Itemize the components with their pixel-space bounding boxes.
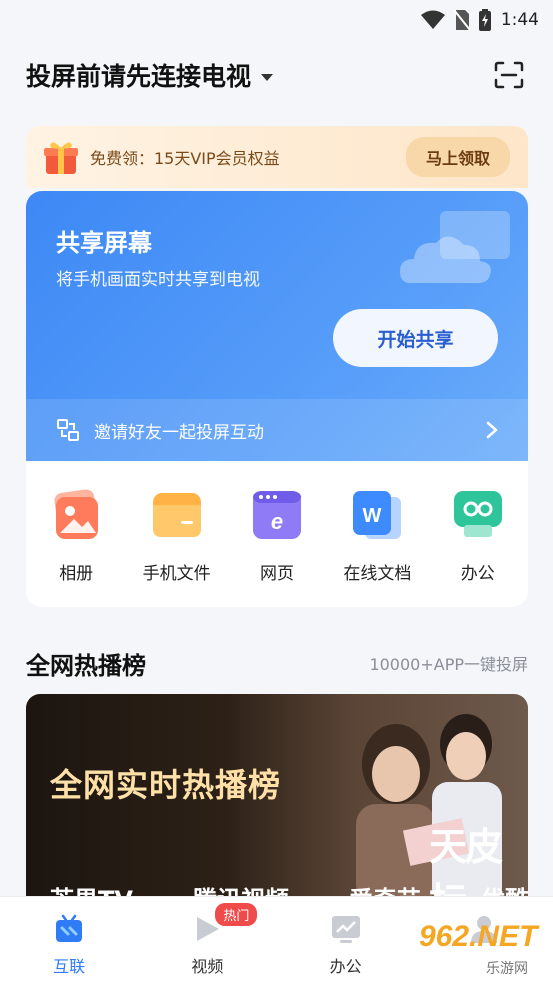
claim-button[interactable]: 马上领取 [405, 137, 510, 177]
status-icons [420, 9, 491, 31]
nav-video[interactable]: 热门 视频 [157, 903, 258, 977]
chevron-right-icon [486, 421, 498, 439]
tool-album[interactable]: 相册 [26, 489, 126, 584]
gift-icon [44, 142, 78, 174]
section-title: 全网热播榜 [26, 651, 146, 680]
hot-badge: 热门 [215, 903, 258, 926]
tool-web[interactable]: e 网页 [227, 489, 327, 584]
tool-label: 在线文档 [343, 564, 412, 584]
album-icon [54, 489, 99, 539]
tool-label: 网页 [259, 564, 294, 584]
banner-title: 全网实时热播榜 [50, 766, 282, 804]
nav-label: 办公 [329, 957, 362, 976]
tool-label: 办公 [460, 564, 495, 584]
promo-text: 免费领：15天VIP会员权益 [90, 149, 280, 168]
browser-icon: e [252, 491, 301, 539]
battery-icon [478, 9, 491, 31]
nav-label: 视频 [191, 957, 224, 976]
site-watermark: 962.NET 乐游网 [414, 912, 553, 982]
invite-devices-icon [57, 419, 79, 441]
no-sim-icon [453, 9, 471, 31]
cloud-screen-icon [400, 211, 510, 283]
chevron-down-icon [261, 73, 274, 81]
nav-label: 互联 [53, 957, 86, 976]
tools-grid: 相册 手机文件 e 网页 W 在线文档 办公 [26, 461, 528, 607]
share-subtitle: 将手机画面实时共享到电视 [56, 270, 260, 290]
tool-office[interactable]: 办公 [428, 489, 528, 584]
tool-label: 手机文件 [142, 564, 211, 584]
nav-connect[interactable]: 互联 [19, 911, 119, 977]
tool-files[interactable]: 手机文件 [127, 489, 227, 584]
svg-text:W: W [363, 505, 382, 527]
office-chart-icon [328, 911, 364, 947]
wifi-icon [420, 10, 445, 29]
watermark-brand: 962.NET [419, 920, 538, 953]
svg-text:e: e [271, 509, 283, 534]
nav-office[interactable]: 办公 [296, 911, 396, 977]
office-icon [453, 491, 502, 537]
status-bar: 1:44 [0, 0, 553, 40]
doc-icon: W [353, 491, 402, 539]
start-share-button[interactable]: 开始共享 [333, 309, 498, 367]
share-title: 共享屏幕 [56, 229, 152, 257]
tool-label: 相册 [59, 564, 94, 584]
folder-icon [152, 493, 201, 537]
tool-online-docs[interactable]: W 在线文档 [327, 489, 427, 584]
connect-icon [51, 911, 87, 947]
invite-label: 邀请好友一起投屏互动 [94, 422, 264, 443]
section-subtitle: 10000+APP一键投屏 [369, 655, 528, 674]
vip-promo-banner[interactable]: 免费领：15天VIP会员权益 马上领取 [26, 126, 528, 188]
share-screen-card: 共享屏幕 将手机画面实时共享到电视 开始共享 邀请好友一起投屏互动 [26, 191, 528, 461]
scan-button[interactable] [492, 58, 526, 92]
scan-icon [494, 61, 524, 89]
status-time: 1:44 [500, 10, 539, 30]
invite-friends-row[interactable]: 邀请好友一起投屏互动 [26, 399, 528, 461]
device-selector[interactable]: 投屏前请先连接电视 [26, 57, 274, 93]
watermark-sub: 乐游网 [486, 961, 528, 977]
header: 投屏前请先连接电视 [26, 55, 526, 95]
hot-section-header: 全网热播榜 10000+APP一键投屏 [26, 645, 528, 681]
page-title: 投屏前请先连接电视 [26, 62, 252, 91]
hot-ranking-banner[interactable]: 全网实时热播榜 天皮标 芒果TV 腾讯视频 爱奇艺 优酷 [26, 694, 528, 904]
